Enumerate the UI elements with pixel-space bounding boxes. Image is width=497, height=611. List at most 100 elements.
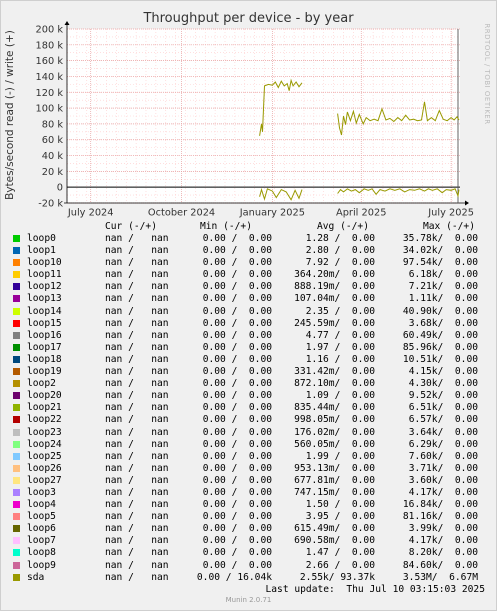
legend-max: 10.51k/ 0.00	[402, 353, 478, 365]
legend-avg: 1.09 / 0.00	[305, 390, 375, 402]
legend-max: 6.29k/ 0.00	[408, 438, 478, 450]
legend-avg: 331.42m/ 0.00	[294, 366, 375, 378]
legend-header-avg: Avg (-/+)	[317, 221, 369, 232]
legend-max: 1.11k/ 0.00	[408, 293, 478, 305]
last-update: Last update: Thu Jul 10 03:15:03 2025	[265, 583, 486, 595]
legend-avg: 107.04m/ 0.00	[294, 293, 375, 305]
legend-min: 0.00 / 0.00	[202, 450, 272, 462]
legend-swatch	[13, 488, 20, 496]
legend-cur: nan / nan	[105, 414, 169, 426]
legend-swatch	[13, 392, 20, 400]
legend-row: loop7 nan / nan 0.00 / 0.00 690.58m/ 0.00 4.…	[0, 535, 497, 547]
legend-avg: 2.35 / 0.00	[305, 305, 375, 317]
y-tick-label: 0	[57, 183, 63, 194]
legend-name: loop1	[27, 245, 56, 257]
legend-name: loop0	[27, 233, 56, 244]
legend-cur: nan / nan	[105, 329, 169, 341]
legend-max: 3.99k/ 0.00	[408, 523, 478, 535]
legend-swatch	[13, 537, 20, 545]
x-tick-label: April 2025	[336, 208, 386, 219]
legend-name: loop2	[27, 378, 56, 390]
y-tick-label: 80 k	[42, 119, 64, 130]
legend-min: 0.00 / 0.00	[202, 281, 272, 293]
legend-min: 0.00 / 0.00	[202, 341, 272, 353]
legend-swatch	[13, 283, 20, 291]
legend-max: 7.60k/ 0.00	[408, 450, 478, 462]
legend-avg: 835.44m/ 0.00	[294, 402, 375, 414]
legend-cur: nan / nan	[105, 353, 169, 365]
legend-cur: nan / nan	[105, 450, 169, 462]
legend-swatch	[13, 525, 20, 533]
y-tick-label: 160 k	[36, 56, 64, 67]
legend-row: loop11 nan / nan 0.00 / 0.00 364.20m/ 0.00 6…	[0, 269, 497, 281]
legend-cur: nan / nan	[105, 547, 169, 559]
legend-cur: nan / nan	[105, 559, 169, 571]
munin-version: Munin 2.0.71	[225, 596, 272, 604]
legend-avg: 1.97 / 0.00	[305, 341, 375, 353]
legend-swatch	[13, 476, 20, 484]
legend-max: 3.60k/ 0.00	[408, 474, 478, 486]
legend-min: 0.00 / 0.00	[202, 414, 272, 426]
legend-cur: nan / nan	[105, 426, 169, 438]
legend-avg: 176.02m/ 0.00	[294, 426, 375, 438]
legend-avg: 747.15m/ 0.00	[294, 486, 375, 498]
legend-swatch	[13, 416, 20, 424]
legend-swatch	[13, 440, 20, 448]
legend-cur: nan / nan	[105, 269, 169, 281]
y-tick-label: 200 k	[36, 25, 64, 36]
legend-row: loop16 nan / nan 0.00 / 0.00 4.77 / 0.00 60.…	[0, 330, 497, 342]
legend-min: 0.00 / 0.00	[202, 486, 272, 498]
legend-max: 7.21k/ 0.00	[408, 281, 478, 293]
legend-row: loop6 nan / nan 0.00 / 0.00 615.49m/ 0.00 3.…	[0, 523, 497, 535]
legend-row: loop26 nan / nan 0.00 / 0.00 953.13m/ 0.00 3…	[0, 463, 497, 475]
legend-min: 0.00 / 0.00	[202, 390, 272, 402]
legend-name: loop21	[27, 402, 62, 414]
legend-max: 4.30k/ 0.00	[408, 378, 478, 390]
x-axis-arrow	[465, 200, 469, 206]
legend-min: 0.00 / 0.00	[202, 402, 272, 414]
legend-min: 0.00 / 0.00	[202, 245, 272, 257]
legend-cur: nan / nan	[105, 233, 169, 244]
legend-name: loop26	[27, 462, 62, 474]
legend-name: loop3	[27, 486, 56, 498]
legend-name: loop7	[27, 535, 56, 547]
legend-row: loop0 nan / nan 0.00 / 0.00 1.28 / 0.00 35.7…	[0, 233, 497, 245]
legend-row: loop21 nan / nan 0.00 / 0.00 835.44m/ 0.00 6…	[0, 402, 497, 414]
legend-min: 0.00 / 0.00	[202, 438, 272, 450]
legend-max: 35.78k/ 0.00	[402, 233, 478, 244]
legend-cur: nan / nan	[105, 462, 169, 474]
legend-cur: nan / nan	[105, 305, 169, 317]
legend-cur: nan / nan	[105, 341, 169, 353]
legend-name: loop17	[27, 341, 62, 353]
legend-max: 4.15k/ 0.00	[408, 366, 478, 378]
legend-avg: 690.58m/ 0.00	[294, 535, 375, 547]
legend-max: 6.57k/ 0.00	[408, 414, 478, 426]
legend-swatch	[13, 452, 20, 460]
legend-avg: 2.80 / 0.00	[305, 245, 375, 257]
legend-max: 40.90k/ 0.00	[402, 305, 478, 317]
legend-table: loop0 nan / nan 0.00 / 0.00 1.28 / 0.00 35.7…	[0, 233, 497, 596]
legend-cur: nan / nan	[105, 390, 169, 402]
legend-cur: nan / nan	[105, 257, 169, 269]
legend-name: loop16	[27, 329, 62, 341]
legend-cur: nan / nan	[105, 486, 169, 498]
legend-row: loop13 nan / nan 0.00 / 0.00 107.04m/ 0.00 1…	[0, 293, 497, 305]
legend-row: loop14 nan / nan 0.00 / 0.00 2.35 / 0.00 40.…	[0, 306, 497, 318]
legend-name: loop10	[27, 257, 62, 269]
y-tick-label: 20 k	[42, 167, 64, 178]
legend-row: loop15 nan / nan 0.00 / 0.00 245.59m/ 0.00 3…	[0, 318, 497, 330]
legend-swatch	[13, 573, 20, 581]
y-tick-label: 120 k	[36, 88, 64, 99]
legend-min: 0.00 / 0.00	[202, 269, 272, 281]
legend-row: loop12 nan / nan 0.00 / 0.00 888.19m/ 0.00 7…	[0, 281, 497, 293]
legend-cur: nan / nan	[105, 317, 169, 329]
legend-swatch	[13, 368, 20, 376]
legend-swatch	[13, 561, 20, 569]
legend-name: loop13	[27, 293, 62, 305]
legend-name: loop15	[27, 317, 62, 329]
legend-name: loop19	[27, 366, 62, 378]
legend-row: loop9 nan / nan 0.00 / 0.00 2.66 / 0.00 84.6…	[0, 560, 497, 572]
legend-avg: 872.10m/ 0.00	[294, 378, 375, 390]
legend-min: 0.00 / 0.00	[202, 233, 272, 244]
legend-avg: 1.50 / 0.00	[305, 499, 375, 511]
